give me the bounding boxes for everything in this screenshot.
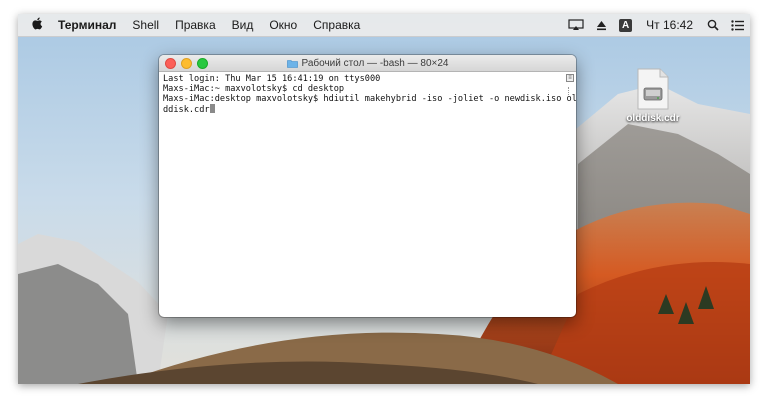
terminal-line-text: ddisk.cdr xyxy=(163,105,210,115)
terminal-window[interactable]: Рабочий стол — -bash — 80×24 Last login:… xyxy=(159,55,576,317)
disk-image-file-icon xyxy=(637,68,669,110)
folder-icon xyxy=(286,59,298,68)
terminal-output[interactable]: Last login: Thu Mar 15 16:41:19 on ttys0… xyxy=(159,72,576,317)
terminal-line: Maxs-iMac:desktop maxvolotsky$ hdiutil m… xyxy=(163,94,576,104)
split-pane-icon[interactable]: ≡ xyxy=(566,74,574,82)
window-controls xyxy=(165,58,213,69)
airplay-icon[interactable] xyxy=(568,19,584,31)
clock[interactable]: Чт 16:42 xyxy=(644,14,695,36)
eject-icon[interactable] xyxy=(596,20,607,31)
menu-shell[interactable]: Shell xyxy=(124,14,167,36)
menu-window[interactable]: Окно xyxy=(261,14,305,36)
close-button[interactable] xyxy=(165,58,176,69)
menu-bar: Терминал Shell Правка Вид Окно Справка A… xyxy=(18,14,750,37)
menu-app-terminal[interactable]: Терминал xyxy=(50,14,124,36)
menu-edit[interactable]: Правка xyxy=(167,14,224,36)
desktop-file-olddisk[interactable]: olddisk.cdr xyxy=(616,68,690,124)
scroll-indicator[interactable] xyxy=(568,87,571,95)
terminal-line: ddisk.cdr xyxy=(163,104,572,115)
file-label: olddisk.cdr xyxy=(626,113,680,124)
input-source-icon[interactable]: A xyxy=(619,18,633,32)
menu-help[interactable]: Справка xyxy=(305,14,368,36)
title-bar[interactable]: Рабочий стол — -bash — 80×24 xyxy=(159,55,576,72)
window-title: Рабочий стол — -bash — 80×24 xyxy=(301,57,449,69)
zoom-button[interactable] xyxy=(197,58,208,69)
search-icon[interactable] xyxy=(707,19,719,31)
terminal-line: Last login: Thu Mar 15 16:41:19 on ttys0… xyxy=(163,74,381,84)
apple-menu-icon[interactable] xyxy=(24,17,50,33)
notification-center-icon[interactable] xyxy=(731,19,744,31)
text-cursor xyxy=(209,104,215,113)
menu-view[interactable]: Вид xyxy=(224,14,262,36)
desktop: Терминал Shell Правка Вид Окно Справка A… xyxy=(18,14,750,384)
minimize-button[interactable] xyxy=(181,58,192,69)
status-tray: A Чт 16:42 xyxy=(562,14,750,36)
terminal-line: Maxs-iMac:~ maxvolotsky$ cd desktop xyxy=(163,84,345,94)
